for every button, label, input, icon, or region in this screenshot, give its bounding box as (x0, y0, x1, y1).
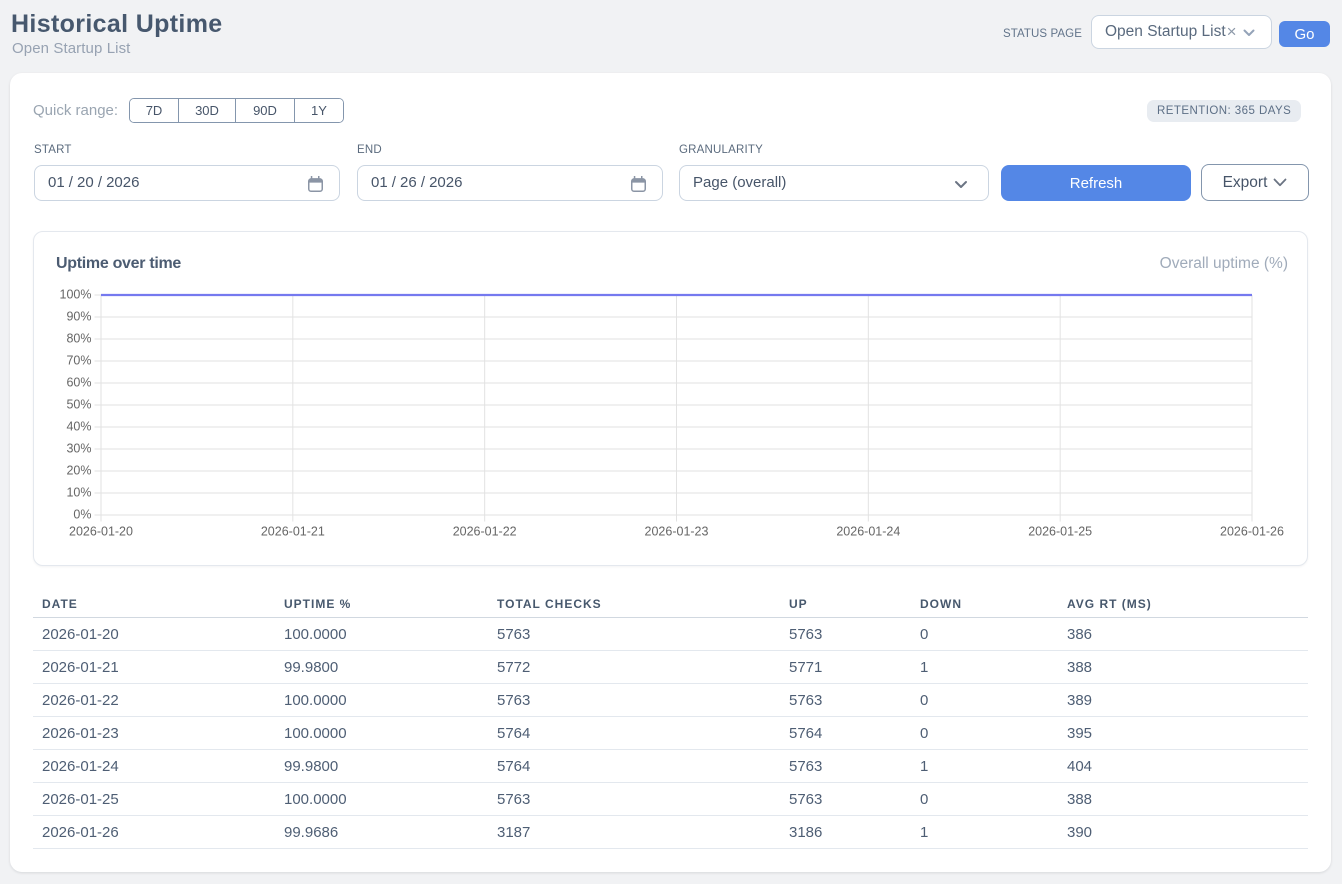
svg-text:30%: 30% (66, 441, 91, 455)
svg-text:50%: 50% (66, 397, 91, 411)
svg-text:2026-01-26: 2026-01-26 (1220, 525, 1284, 539)
svg-text:100%: 100% (60, 287, 92, 301)
svg-text:40%: 40% (66, 419, 91, 433)
svg-text:2026-01-21: 2026-01-21 (261, 525, 325, 539)
svg-text:2026-01-22: 2026-01-22 (453, 525, 517, 539)
svg-text:2026-01-24: 2026-01-24 (836, 525, 900, 539)
svg-text:70%: 70% (66, 353, 91, 367)
svg-text:2026-01-23: 2026-01-23 (645, 525, 709, 539)
svg-text:60%: 60% (66, 375, 91, 389)
svg-text:10%: 10% (66, 485, 91, 499)
svg-text:90%: 90% (66, 309, 91, 323)
svg-text:0%: 0% (73, 507, 91, 521)
svg-text:2026-01-20: 2026-01-20 (69, 525, 133, 539)
svg-text:80%: 80% (66, 331, 91, 345)
svg-text:2026-01-25: 2026-01-25 (1028, 525, 1092, 539)
svg-text:20%: 20% (66, 463, 91, 477)
